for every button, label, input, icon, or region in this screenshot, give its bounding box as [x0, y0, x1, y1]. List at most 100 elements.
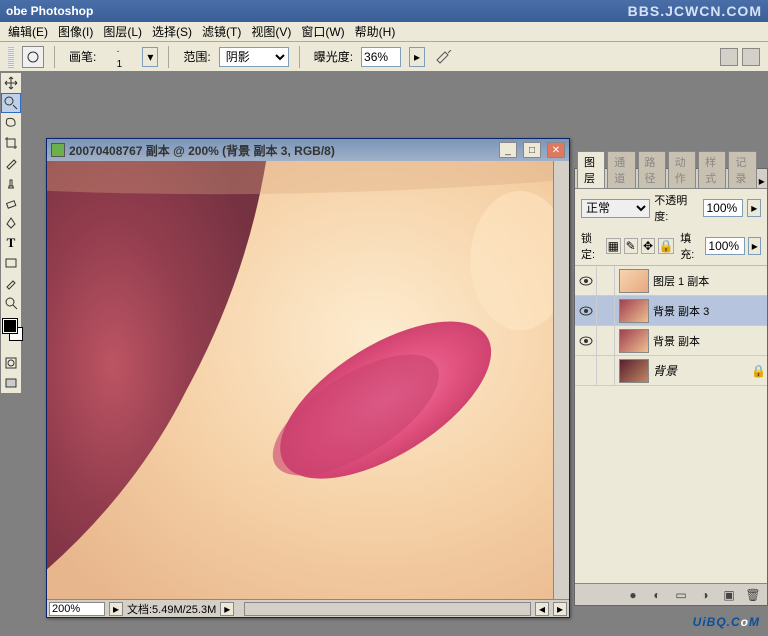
menu-bar: 编辑(E) 图像(I) 图层(L) 选择(S) 滤镜(T) 视图(V) 窗口(W… [0, 22, 768, 42]
layer-name[interactable]: 背景 [653, 362, 751, 379]
blend-row: 正常 不透明度: ▸ [575, 189, 767, 227]
layer-name[interactable]: 图层 1 副本 [653, 273, 767, 289]
lock-all-icon[interactable]: 🔒 [658, 238, 674, 254]
document-info: 文档:5.49M/25.3M [127, 601, 216, 617]
layer-row[interactable]: 背景 🔒 [575, 356, 767, 386]
brush-preset-picker[interactable]: · 1 [104, 50, 134, 64]
grip-icon[interactable] [8, 46, 14, 68]
close-button[interactable]: ✕ [547, 142, 565, 158]
lock-label: 锁定: [581, 230, 603, 262]
visibility-toggle[interactable] [575, 266, 597, 296]
layer-row[interactable]: 图层 1 副本 [575, 266, 767, 296]
toolbox: T [0, 72, 22, 394]
foreground-color-swatch[interactable] [3, 319, 17, 333]
color-swatches[interactable] [1, 317, 21, 353]
layer-list: 图层 1 副本 背景 副本 3 背景 副本 背景 🔒 [575, 266, 767, 576]
document-titlebar[interactable]: 20070408767 副本 @ 200% (背景 副本 3, RGB/8) _… [47, 139, 569, 161]
link-cell[interactable] [597, 356, 615, 386]
zoom-field[interactable]: 200% [49, 602, 105, 616]
status-bar: 200% ▸ 文档:5.49M/25.3M ▸ ◂ ▸ [47, 599, 569, 617]
screenmode-toggle[interactable] [1, 373, 21, 393]
top-watermark: BBS.JCWCN.COM [628, 3, 762, 19]
range-select[interactable]: 阴影 [219, 47, 289, 67]
pen-icon [4, 216, 18, 230]
vertical-scrollbar[interactable] [553, 161, 569, 599]
brush-icon [4, 156, 18, 170]
new-group-button[interactable]: ▭ [671, 586, 691, 604]
crop-tool[interactable] [1, 133, 21, 153]
airbrush-icon[interactable] [433, 47, 455, 67]
move-tool[interactable] [1, 73, 21, 93]
lasso-tool[interactable] [1, 113, 21, 133]
layer-name[interactable]: 背景 副本 [653, 333, 767, 349]
document-title: 20070408767 副本 @ 200% (背景 副本 3, RGB/8) [69, 142, 493, 159]
brush-stepper[interactable]: ▾ [142, 47, 158, 67]
brush-tool[interactable] [1, 153, 21, 173]
info-menu[interactable]: ▸ [220, 602, 234, 616]
menu-layer[interactable]: 图层(L) [99, 21, 146, 42]
fill-input[interactable] [705, 237, 745, 255]
layer-row[interactable]: 背景 副本 [575, 326, 767, 356]
menu-edit[interactable]: 编辑(E) [4, 21, 52, 42]
visibility-toggle[interactable] [575, 326, 597, 356]
delete-layer-button[interactable]: 🗑 [743, 586, 763, 604]
layer-thumbnail[interactable] [619, 299, 649, 323]
tool-preset-picker[interactable] [22, 46, 44, 68]
scroll-left-button[interactable]: ◂ [535, 602, 549, 616]
tab-styles[interactable]: 样式 [698, 151, 726, 188]
opacity-stepper[interactable]: ▸ [747, 199, 761, 217]
exposure-stepper[interactable]: ▸ [409, 47, 425, 67]
eyedropper-tool[interactable] [1, 273, 21, 293]
tab-channels[interactable]: 通道 [607, 151, 635, 188]
link-cell[interactable] [597, 326, 615, 356]
menu-filter[interactable]: 滤镜(T) [198, 21, 245, 42]
tab-history[interactable]: 记录 [728, 151, 756, 188]
link-cell[interactable] [597, 266, 615, 296]
document-window: 20070408767 副本 @ 200% (背景 副本 3, RGB/8) _… [46, 138, 570, 618]
lock-position-icon[interactable]: ✥ [641, 238, 655, 254]
lock-transparency-icon[interactable]: ▦ [606, 238, 620, 254]
panel-menu-icon[interactable]: ▸ [757, 174, 767, 188]
link-cell[interactable] [597, 296, 615, 326]
opacity-input[interactable] [703, 199, 743, 217]
canvas[interactable] [47, 161, 553, 599]
fill-stepper[interactable]: ▸ [748, 237, 761, 255]
exposure-input[interactable] [361, 47, 401, 67]
layer-name[interactable]: 背景 副本 3 [653, 303, 767, 319]
layer-thumbnail[interactable] [619, 269, 649, 293]
new-layer-button[interactable]: ▣ [719, 586, 739, 604]
tab-paths[interactable]: 路径 [638, 151, 666, 188]
zoom-tool[interactable] [1, 293, 21, 313]
menu-view[interactable]: 视图(V) [247, 21, 295, 42]
menu-help[interactable]: 帮助(H) [351, 21, 400, 42]
dodge-tool[interactable] [1, 93, 21, 113]
shape-tool[interactable] [1, 253, 21, 273]
blend-mode-select[interactable]: 正常 [581, 199, 650, 218]
adjustment-layer-button[interactable]: ◑ [695, 586, 715, 604]
eraser-tool[interactable] [1, 193, 21, 213]
tab-actions[interactable]: 动作 [668, 151, 696, 188]
visibility-toggle[interactable] [575, 296, 597, 326]
horizontal-scrollbar[interactable] [244, 602, 531, 616]
menu-window[interactable]: 窗口(W) [297, 21, 348, 42]
layer-mask-button[interactable]: ◐ [647, 586, 667, 604]
quickmask-toggle[interactable] [1, 353, 21, 373]
layer-thumbnail[interactable] [619, 359, 649, 383]
visibility-toggle[interactable] [575, 356, 597, 386]
layer-row[interactable]: 背景 副本 3 [575, 296, 767, 326]
menu-select[interactable]: 选择(S) [148, 21, 196, 42]
type-tool[interactable]: T [1, 233, 21, 253]
menu-image[interactable]: 图像(I) [54, 21, 97, 42]
lock-pixels-icon[interactable]: ✎ [624, 238, 638, 254]
maximize-button[interactable]: □ [523, 142, 541, 158]
tab-layers[interactable]: 图层 [577, 151, 605, 188]
scroll-right-button[interactable]: ▸ [553, 602, 567, 616]
path-tool[interactable] [1, 213, 21, 233]
layer-thumbnail[interactable] [619, 329, 649, 353]
palette-button[interactable] [720, 48, 738, 66]
zoom-stepper[interactable]: ▸ [109, 602, 123, 616]
clone-tool[interactable] [1, 173, 21, 193]
minimize-button[interactable]: _ [499, 142, 517, 158]
palette-button[interactable] [742, 48, 760, 66]
layer-style-button[interactable]: ● [623, 586, 643, 604]
